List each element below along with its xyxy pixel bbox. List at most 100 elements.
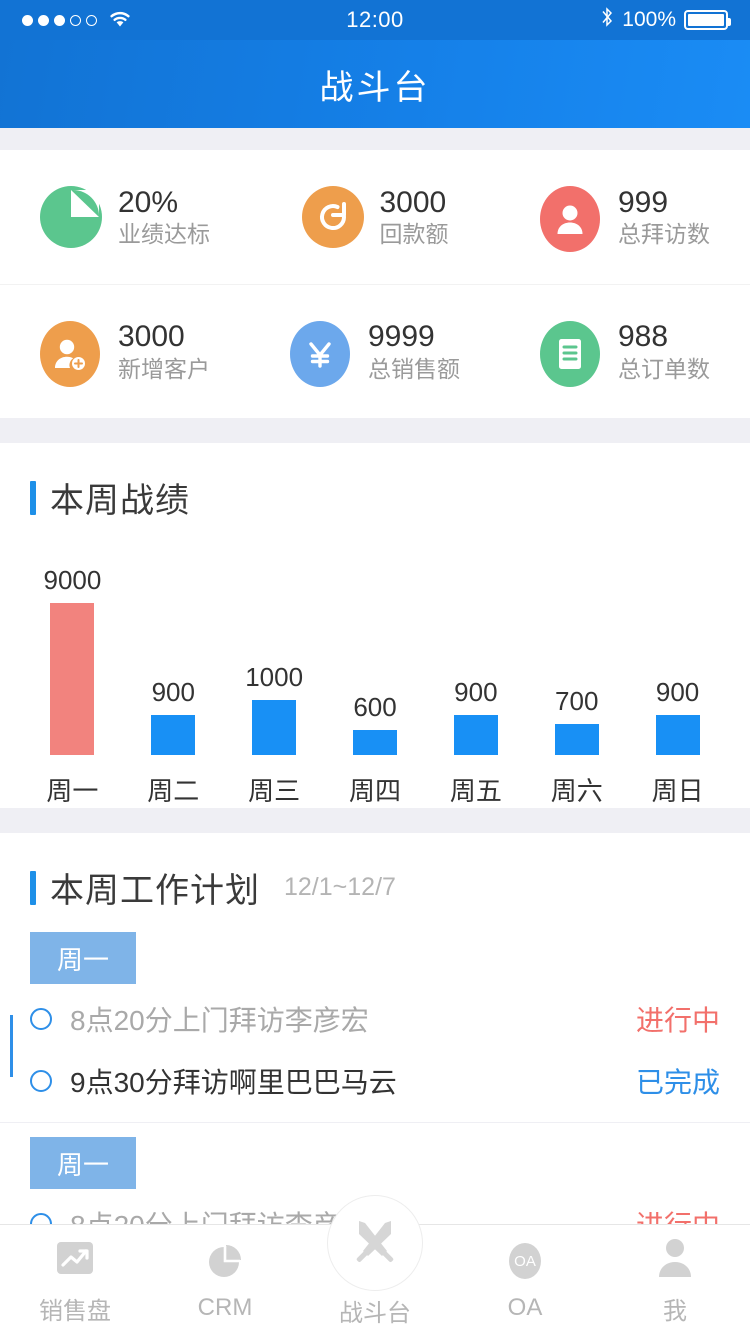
bar <box>453 715 498 755</box>
app-screen: 12:00 100% 战斗台 20% 业绩达标 3000 回款额 999 总拜访… <box>0 0 750 1334</box>
tab-oa[interactable]: OA OA <box>450 1225 600 1334</box>
nav-bar: 战斗台 <box>0 40 750 128</box>
tab-me[interactable]: 我 <box>600 1225 750 1334</box>
status-bar: 12:00 100% <box>0 0 750 40</box>
crossed-swords-icon <box>327 1195 423 1291</box>
stat-item-repayment[interactable]: 3000 回款额 <box>250 150 500 284</box>
plan-timeline: 8点20分上门拜访李彦宏 进行中 9点30分拜访啊里巴巴马云 已完成 <box>0 984 750 1112</box>
stat-item-new-customers[interactable]: 3000 新增客户 <box>0 285 250 418</box>
stats-card: 20% 业绩达标 3000 回款额 999 总拜访数 3000 新增客户 999… <box>0 150 750 418</box>
add-user-icon <box>40 320 102 387</box>
stat-label: 新增客户 <box>118 355 210 382</box>
tab-label: 我 <box>663 1297 687 1325</box>
bar-column: 1000 周三 <box>224 662 325 808</box>
bar-value-label: 900 <box>655 677 700 707</box>
accent-bar <box>30 870 36 905</box>
tab-label: OA <box>507 1294 543 1321</box>
plan-day-badge[interactable]: 周一 <box>30 932 136 984</box>
battery-icon <box>684 10 731 30</box>
section-title: 本周战绩 <box>50 482 190 520</box>
plan-item-text: 9点30分拜访啊里巴巴马云 <box>70 1067 397 1098</box>
stat-value: 20% <box>118 185 179 219</box>
refresh-arrow-icon <box>301 186 364 248</box>
plan-item[interactable]: 8点20分上门拜访李彦宏 进行中 <box>30 988 720 1050</box>
accent-bar <box>30 480 36 515</box>
spacer <box>0 808 750 833</box>
plan-group: 周一 8点20分上门拜访李彦宏 进行中 9点30分拜访啊里巴巴马云 已完成 <box>0 932 750 1123</box>
weekly-plan-card: 本周工作计划 12/1~12/7 周一 8点20分上门拜访李彦宏 进行中 9点30分拜… <box>0 833 750 1255</box>
weekly-performance-header: 本周战绩 <box>0 443 750 528</box>
stat-value: 3000 <box>118 320 185 354</box>
tab-label: 战斗台 <box>339 1300 411 1327</box>
tab-battle-station[interactable]: 战斗台 <box>300 1195 450 1334</box>
oa-circle-icon: OA <box>501 1237 549 1285</box>
person-icon <box>651 1234 699 1282</box>
battery-percent-label: 100% <box>622 8 676 31</box>
stat-item-performance[interactable]: 20% 业绩达标 <box>0 150 250 284</box>
bar-value-label: 900 <box>151 677 195 707</box>
stat-value: 3000 <box>379 185 447 219</box>
weekly-performance-card: 本周战绩 9000 周一 900 周二 1000 周三 600 周四 900 周五 700 周六 900… <box>0 443 750 808</box>
user-icon <box>540 186 602 252</box>
yuan-icon <box>290 320 352 387</box>
bar-column: 600 周四 <box>325 692 426 808</box>
bar-column: 700 周六 <box>526 686 627 808</box>
plan-item[interactable]: 9点30分拜访啊里巴巴马云 已完成 <box>30 1050 720 1112</box>
tab-sales[interactable]: 销售盘 <box>0 1225 150 1334</box>
stat-item-total-sales[interactable]: 9999 总销售额 <box>250 285 500 418</box>
spacer <box>0 418 750 443</box>
bar-category-label: 周三 <box>248 776 301 806</box>
stat-value: 9999 <box>368 320 435 354</box>
bar-column: 900 周日 <box>627 677 728 808</box>
stat-label: 总拜访数 <box>618 221 710 248</box>
bluetooth-icon <box>600 6 614 34</box>
bar <box>151 715 196 755</box>
stats-row: 20% 业绩达标 3000 回款额 999 总拜访数 <box>0 150 750 284</box>
stat-label: 业绩达标 <box>118 221 210 248</box>
circle-marker-icon <box>30 1070 52 1092</box>
section-title: 本周工作计划 <box>50 872 260 910</box>
bar <box>655 715 700 755</box>
page-title: 战斗台 <box>319 68 431 107</box>
bar-column: 9000 周一 <box>22 565 123 808</box>
plan-day-badge[interactable]: 周一 <box>30 1137 136 1189</box>
spacer <box>0 128 750 150</box>
circle-marker-icon <box>30 1008 52 1030</box>
bar <box>50 603 95 755</box>
status-right: 100% <box>600 6 731 34</box>
weekly-plan-header: 本周工作计划 12/1~12/7 <box>0 833 750 918</box>
plan-item-status: 已完成 <box>635 1067 720 1098</box>
timeline-connector <box>10 1015 13 1077</box>
bar-column: 900 周五 <box>425 677 526 808</box>
document-list-icon <box>540 320 602 387</box>
tab-label: 销售盘 <box>39 1297 111 1325</box>
tab-label: CRM <box>197 1294 253 1321</box>
stat-label: 回款额 <box>379 221 449 248</box>
bar-category-label: 周四 <box>349 776 402 806</box>
bar-category-label: 周五 <box>449 776 502 806</box>
stat-label: 总销售额 <box>368 355 460 382</box>
bar-category-label: 周日 <box>651 776 704 806</box>
svg-text:OA: OA <box>514 1253 536 1270</box>
stat-item-total-orders[interactable]: 988 总订单数 <box>500 285 750 418</box>
bar-category-label: 周六 <box>550 776 603 806</box>
bar-value-label: 600 <box>353 692 397 722</box>
plan-item-status: 进行中 <box>635 1005 720 1036</box>
stat-item-visits[interactable]: 999 总拜访数 <box>500 150 750 284</box>
bar-category-label: 周二 <box>147 776 200 806</box>
bar-value-label: 700 <box>555 686 599 716</box>
timeline-marker <box>30 1008 70 1030</box>
bar-value-label: 1000 <box>245 662 304 692</box>
plan-item-text: 8点20分上门拜访李彦宏 <box>70 1005 369 1036</box>
plan-group-divider <box>0 1122 750 1123</box>
bottom-tab-bar: 销售盘 CRM 战斗台 OA OA 我 <box>0 1195 750 1334</box>
stat-value: 999 <box>618 185 669 219</box>
plan-date-range: 12/1~12/7 <box>284 873 396 901</box>
tab-crm[interactable]: CRM <box>150 1225 300 1334</box>
bar-value-label: 900 <box>454 677 498 707</box>
weekly-bar-chart: 9000 周一 900 周二 1000 周三 600 周四 900 周五 700 周六 900 周日 <box>0 528 750 808</box>
bar <box>252 700 297 755</box>
stat-value: 988 <box>618 320 669 354</box>
trend-chart-icon <box>51 1234 99 1282</box>
stats-row: 3000 新增客户 9999 总销售额 988 总订单数 <box>0 284 750 418</box>
